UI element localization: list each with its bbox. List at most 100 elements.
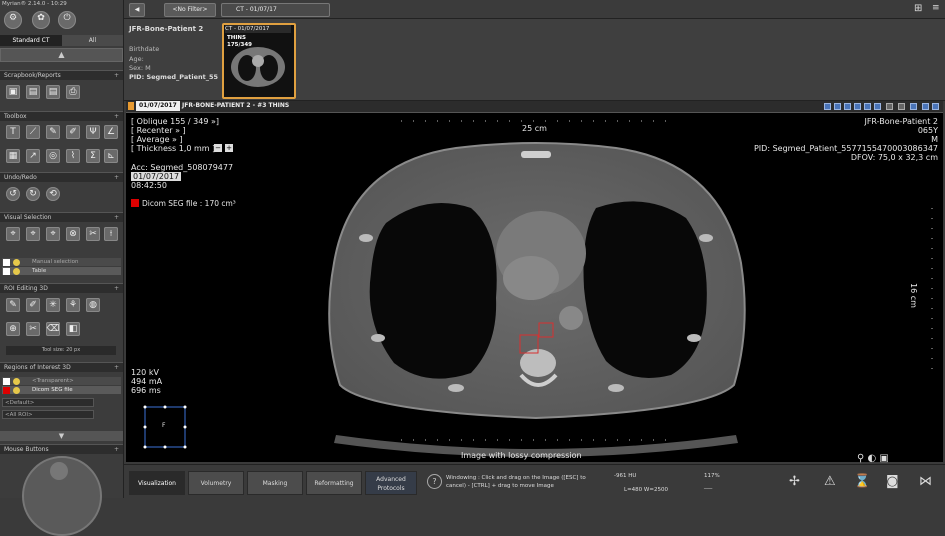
visual-selection-row[interactable]: Manual selection: [2, 258, 121, 266]
visibility-icon[interactable]: [13, 386, 20, 394]
settings-icon[interactable]: ✿: [32, 11, 50, 29]
viewer-tool-icon[interactable]: [834, 103, 841, 110]
brush-icon[interactable]: ✐: [66, 125, 80, 139]
select-tool-icon[interactable]: ⟊: [104, 227, 118, 241]
expand-icon[interactable]: +: [114, 71, 119, 81]
hourglass-icon[interactable]: ⌛: [854, 474, 870, 490]
viewer-tool-icon[interactable]: [854, 103, 861, 110]
butterfly-icon[interactable]: ⋈: [919, 474, 935, 490]
roi-row[interactable]: Dicom SEG file: [2, 386, 121, 394]
text-tool-icon[interactable]: T: [6, 125, 20, 139]
roi-add-icon[interactable]: ⊕: [6, 322, 20, 336]
reset-icon[interactable]: ⟲: [46, 187, 60, 201]
color-swatch[interactable]: [3, 377, 10, 385]
section-visual-selection[interactable]: Visual Selection +: [0, 212, 123, 222]
report-icon[interactable]: ▤: [26, 85, 40, 99]
roi-brush-icon[interactable]: ✎: [6, 298, 20, 312]
layout-icon[interactable]: ⊞: [914, 3, 926, 15]
grid-icon[interactable]: ▦: [6, 149, 20, 163]
help-icon[interactable]: ?: [427, 474, 442, 489]
tab-all[interactable]: All: [62, 35, 123, 46]
measure-icon[interactable]: Ψ: [86, 125, 100, 139]
ct-image[interactable]: [126, 113, 943, 462]
camera-icon[interactable]: ▣: [6, 85, 20, 99]
image-viewer[interactable]: [ Oblique 155 / 349 »] [ Recenter » ] [ …: [126, 113, 943, 462]
section-undo-redo[interactable]: Undo/Redo +: [0, 172, 123, 182]
viewer-tool-icon[interactable]: [864, 103, 871, 110]
pen-icon[interactable]: ✎: [46, 125, 60, 139]
visibility-icon[interactable]: [13, 267, 20, 275]
series-tab[interactable]: CT - 01/07/17: [221, 3, 330, 17]
roi-icon[interactable]: ◎: [46, 149, 60, 163]
system-icon[interactable]: ⚙: [4, 11, 22, 29]
average-control[interactable]: [ Average » ]: [131, 135, 183, 144]
viewer-tool-icon[interactable]: [824, 103, 831, 110]
tool-size-label[interactable]: Tool size: 20 px: [6, 346, 116, 355]
redo-icon[interactable]: ↻: [26, 187, 40, 201]
section-mouse-buttons[interactable]: Mouse Buttons +: [0, 444, 123, 454]
select-remove-icon[interactable]: ⊗: [66, 227, 80, 241]
select-add-icon[interactable]: ⌖: [46, 227, 60, 241]
scissors-icon[interactable]: ✂: [86, 227, 100, 241]
status-icons[interactable]: ⚲ ◐ ▣: [857, 453, 889, 464]
roi-all-select[interactable]: <All ROI>: [2, 410, 94, 419]
tab-volumetry[interactable]: Volumetry: [188, 471, 244, 495]
expand-icon[interactable]: +: [114, 363, 119, 373]
color-swatch[interactable]: [3, 267, 10, 275]
thickness-control[interactable]: [ Thickness 1,0 mm ]: [131, 144, 215, 153]
expand-icon[interactable]: +: [114, 284, 119, 294]
menu-icon[interactable]: ≡: [932, 3, 944, 15]
visibility-icon[interactable]: [13, 258, 20, 266]
roi-cube-icon[interactable]: ◧: [66, 322, 80, 336]
expand-icon[interactable]: +: [114, 173, 119, 183]
color-swatch[interactable]: [3, 258, 10, 266]
mouse-wheel-icon[interactable]: [50, 462, 68, 480]
profile-icon[interactable]: ⌇: [66, 149, 80, 163]
viewer-tool-icon[interactable]: [932, 103, 939, 110]
section-toolbox[interactable]: Toolbox +: [0, 111, 123, 121]
tab-masking[interactable]: Masking: [247, 471, 303, 495]
expand-icon[interactable]: +: [114, 445, 119, 455]
series-thumbnail[interactable]: CT - 01/07/2017 THINS 175/349: [222, 23, 296, 99]
ruler-icon[interactable]: ⟋: [26, 125, 40, 139]
viewer-tool-icon[interactable]: [922, 103, 929, 110]
viewer-tool-icon[interactable]: [844, 103, 851, 110]
roi-erase-icon[interactable]: ⌫: [46, 322, 60, 336]
viewer-tool-icon[interactable]: [886, 103, 893, 110]
roi-cut-icon[interactable]: ✂: [26, 322, 40, 336]
cobb-icon[interactable]: ⊾: [104, 149, 118, 163]
arrow-icon[interactable]: ↗: [26, 149, 40, 163]
roi-default-select[interactable]: <Default>: [2, 398, 94, 407]
scroll-down-button[interactable]: ▼: [0, 431, 123, 441]
viewer-tool-icon[interactable]: [898, 103, 905, 110]
visibility-icon[interactable]: [13, 377, 20, 385]
angle-icon[interactable]: ∠: [104, 125, 118, 139]
back-icon[interactable]: ◀: [129, 3, 145, 17]
thickness-minus-button[interactable]: −: [214, 144, 222, 152]
tab-advanced-protocols[interactable]: Advanced Protocols: [365, 471, 417, 495]
warning-icon[interactable]: ⚠: [824, 474, 840, 490]
print-icon[interactable]: ⎙: [66, 85, 80, 99]
roi-grow-icon[interactable]: ✳: [46, 298, 60, 312]
section-scrapbook[interactable]: Scrapbook/Reports +: [0, 70, 123, 80]
scroll-up-button[interactable]: ▲: [0, 48, 123, 62]
section-roi-3d[interactable]: Regions of Interest 3D +: [0, 362, 123, 372]
viewer-tool-icon[interactable]: [910, 103, 917, 110]
visual-selection-row[interactable]: Table: [2, 267, 121, 275]
tools-icon[interactable]: ✢: [789, 474, 805, 490]
roi-row[interactable]: <Transparent>: [2, 377, 121, 385]
camera-icon[interactable]: ◙: [886, 474, 902, 490]
roi-fill-icon[interactable]: ◍: [86, 298, 100, 312]
stats-icon[interactable]: Σ: [86, 149, 100, 163]
tab-visualization[interactable]: Visualization: [129, 471, 185, 495]
expand-icon[interactable]: +: [114, 112, 119, 122]
power-icon[interactable]: ⏻: [58, 11, 76, 29]
oblique-control[interactable]: [ Oblique 155 / 349 »]: [131, 117, 219, 126]
recenter-control[interactable]: [ Recenter » ]: [131, 126, 186, 135]
select-point-icon[interactable]: ⌖: [6, 227, 20, 241]
filter-button[interactable]: <No Filter>: [164, 3, 216, 17]
expand-icon[interactable]: +: [114, 213, 119, 223]
roi-wand-icon[interactable]: ⚘: [66, 298, 80, 312]
roi-pen-icon[interactable]: ✐: [26, 298, 40, 312]
viewer-tool-icon[interactable]: [874, 103, 881, 110]
